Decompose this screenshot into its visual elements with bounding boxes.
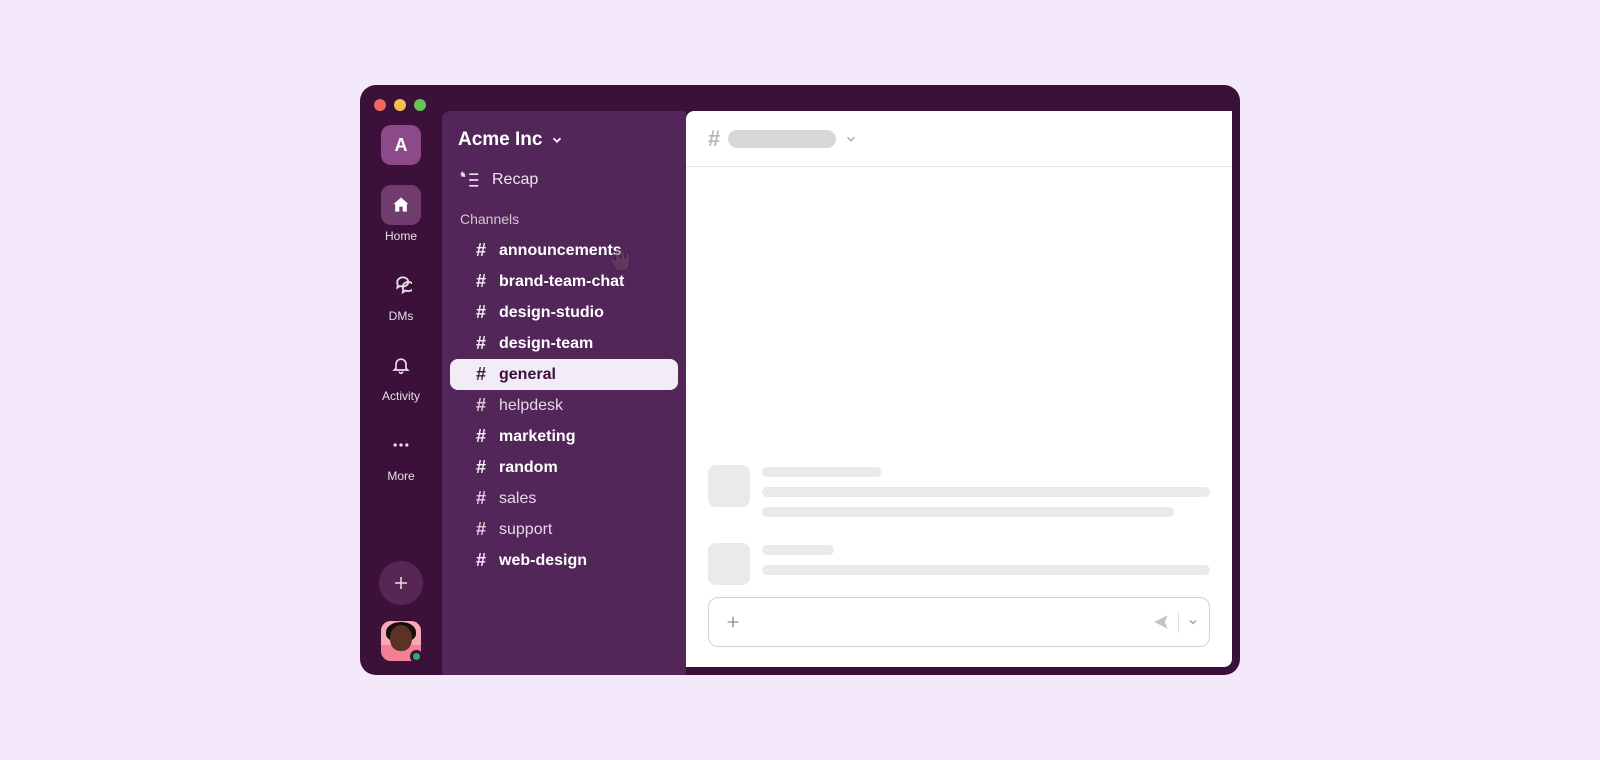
- chevron-down-icon: [844, 132, 858, 146]
- window-close-button[interactable]: [374, 99, 386, 111]
- channel-item-helpdesk[interactable]: # helpdesk: [450, 390, 678, 421]
- app-window: A Home DMs Activity: [360, 85, 1240, 675]
- channel-name: sales: [499, 490, 536, 508]
- channel-name: support: [499, 521, 552, 539]
- text-placeholder: [762, 545, 834, 555]
- avatar-placeholder: [708, 543, 750, 585]
- channel-name: helpdesk: [499, 397, 563, 415]
- message-placeholder: [708, 543, 1210, 585]
- divider: [1178, 611, 1179, 633]
- user-avatar[interactable]: [381, 621, 421, 661]
- channel-name: general: [499, 366, 556, 384]
- rail-item-home[interactable]: Home: [360, 185, 442, 243]
- channel-item-general[interactable]: # general: [450, 359, 678, 390]
- hash-icon: #: [474, 519, 488, 540]
- hash-icon: #: [474, 488, 488, 509]
- avatar-placeholder: [708, 465, 750, 507]
- window-minimize-button[interactable]: [394, 99, 406, 111]
- workspace-letter: A: [395, 135, 408, 156]
- message-composer[interactable]: [708, 597, 1210, 647]
- channel-name: design-team: [499, 335, 593, 353]
- send-icon[interactable]: [1152, 613, 1170, 631]
- text-placeholder: [762, 565, 1210, 575]
- recap-label: Recap: [492, 171, 538, 189]
- hash-icon: #: [474, 240, 488, 261]
- send-controls: [1152, 611, 1199, 633]
- conversation-pane: #: [686, 111, 1232, 667]
- channel-name: announcements: [499, 242, 622, 260]
- chevron-down-icon: [550, 133, 564, 147]
- hash-icon: #: [474, 395, 488, 416]
- channel-item-support[interactable]: # support: [450, 514, 678, 545]
- create-new-button[interactable]: [379, 561, 423, 605]
- rail-label: Activity: [382, 389, 420, 403]
- channel-item-design-team[interactable]: # design-team: [450, 328, 678, 359]
- channel-item-random[interactable]: # random: [450, 452, 678, 483]
- hash-icon: #: [474, 426, 488, 447]
- window-zoom-button[interactable]: [414, 99, 426, 111]
- home-icon: [381, 185, 421, 225]
- attach-button[interactable]: [719, 608, 747, 636]
- rail-item-dms[interactable]: DMs: [360, 265, 442, 323]
- channel-name: design-studio: [499, 304, 604, 322]
- rail-bottom: [379, 561, 423, 675]
- hash-icon: #: [474, 550, 488, 571]
- hash-icon: #: [474, 364, 488, 385]
- hash-icon: #: [474, 271, 488, 292]
- window-titlebar: [360, 85, 1240, 111]
- nav-rail: A Home DMs Activity: [360, 111, 442, 675]
- recap-item[interactable]: Recap: [442, 165, 686, 207]
- bell-icon: [381, 345, 421, 385]
- message-placeholder: [708, 465, 1210, 517]
- hash-icon: #: [474, 302, 488, 323]
- channel-name: web-design: [499, 552, 587, 570]
- rail-label: More: [387, 469, 414, 483]
- channel-list: # announcements # brand-team-chat # design-st…: [442, 235, 686, 576]
- channel-name: random: [499, 459, 558, 477]
- channel-name-placeholder: [728, 130, 836, 148]
- text-placeholder: [762, 487, 1210, 497]
- hash-icon: #: [474, 333, 488, 354]
- hash-icon: #: [474, 457, 488, 478]
- channel-header[interactable]: #: [686, 111, 1232, 167]
- channel-item-design-studio[interactable]: # design-studio: [450, 297, 678, 328]
- app-body: A Home DMs Activity: [360, 111, 1240, 675]
- channel-name: brand-team-chat: [499, 273, 624, 291]
- channel-item-brand-team-chat[interactable]: # brand-team-chat: [450, 266, 678, 297]
- rail-item-more[interactable]: More: [360, 425, 442, 483]
- channel-item-web-design[interactable]: # web-design: [450, 545, 678, 576]
- chevron-down-icon[interactable]: [1187, 616, 1199, 628]
- channel-sidebar: Acme Inc Recap Channels # announcements # b…: [442, 111, 686, 675]
- rail-label: DMs: [389, 309, 414, 323]
- dms-icon: [381, 265, 421, 305]
- more-icon: [381, 425, 421, 465]
- message-list: [686, 167, 1232, 597]
- workspace-switcher[interactable]: A: [381, 125, 421, 165]
- hash-icon: #: [708, 126, 720, 152]
- channel-item-marketing[interactable]: # marketing: [450, 421, 678, 452]
- channels-section-label[interactable]: Channels: [442, 207, 686, 235]
- text-placeholder: [762, 467, 882, 477]
- presence-indicator: [410, 650, 423, 663]
- channel-item-announcements[interactable]: # announcements: [450, 235, 678, 266]
- text-placeholder: [762, 507, 1174, 517]
- channel-name: marketing: [499, 428, 575, 446]
- workspace-menu[interactable]: Acme Inc: [442, 123, 686, 165]
- workspace-name: Acme Inc: [458, 129, 542, 151]
- rail-label: Home: [385, 229, 417, 243]
- recap-icon: [460, 171, 480, 189]
- rail-item-activity[interactable]: Activity: [360, 345, 442, 403]
- channel-item-sales[interactable]: # sales: [450, 483, 678, 514]
